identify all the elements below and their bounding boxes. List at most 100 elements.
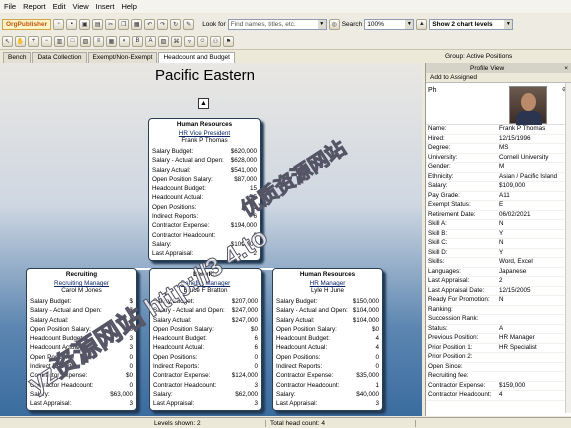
card-position[interactable]: HR Manager: [273, 280, 382, 287]
levels-select[interactable]: Show 2 chart levels ▼: [429, 18, 514, 30]
field-label: Contractor Expense:: [152, 222, 210, 230]
card-rows: Salary Budget: $ Salary - Actual and Open:…: [27, 297, 136, 409]
group-selector[interactable]: Group: Active Positions: [445, 53, 512, 60]
box-icon[interactable]: □: [67, 35, 78, 47]
field-value: $628,000: [230, 157, 257, 165]
field-label: Open Position Salary:: [152, 175, 213, 183]
profile-panel: Profile View × Add to Assigned Ph ⊘ Name…: [425, 63, 571, 416]
field-label: Open Since:: [428, 362, 463, 370]
profile-field-row: Status: A: [426, 325, 571, 334]
zoom-select[interactable]: 100% ▼: [364, 18, 415, 30]
menu-file[interactable]: File: [4, 2, 16, 11]
undo-icon[interactable]: ↶: [144, 18, 156, 30]
cut-icon[interactable]: ✂: [105, 18, 117, 30]
field-value: MS: [499, 144, 509, 151]
card-data-row: Headcount Budget: 3: [27, 334, 136, 343]
field-value: HR Manager: [499, 334, 535, 341]
field-value: 3: [129, 335, 133, 343]
search-input[interactable]: Find names, titles, etc. ▼: [227, 18, 327, 30]
tab-bench[interactable]: Bench: [3, 52, 32, 63]
menu-insert[interactable]: Insert: [96, 2, 115, 11]
redo-icon[interactable]: ↷: [157, 18, 169, 30]
search-label[interactable]: Search: [342, 21, 363, 28]
org-card-benefits[interactable]: Benefits Benefits Manager Bruce F Bratto…: [149, 268, 262, 411]
save-icon[interactable]: ▣: [79, 18, 91, 30]
field-value: 0: [129, 363, 133, 371]
menu-edit[interactable]: Edit: [53, 2, 66, 11]
panel-scrollbar[interactable]: [565, 83, 571, 413]
card-position[interactable]: Recruiting Manager: [27, 280, 136, 287]
field-value: $35,000: [356, 372, 379, 380]
field-label: Salary:: [276, 390, 296, 398]
group-icon[interactable]: ⚇: [210, 35, 221, 47]
card-rows: Salary Budget: $620,000 Salary - Actual an…: [149, 147, 260, 259]
tab-headcount-and-budget[interactable]: Headcount and Budget: [158, 52, 235, 63]
tab-exempt-non-exempt[interactable]: Exempt/Non-Exempt: [87, 52, 158, 63]
add-to-assigned-link[interactable]: Add to Assigned: [430, 74, 477, 81]
org-chart-canvas[interactable]: Pacific Eastern ▲ Human Resources HR Vic…: [0, 63, 422, 416]
image-icon[interactable]: ▨: [158, 35, 169, 47]
select-icon[interactable]: ↖: [2, 35, 13, 47]
tab-data-collection[interactable]: Data Collection: [32, 52, 87, 63]
up-level-icon[interactable]: ▲: [198, 98, 209, 109]
field-value: $104,000: [352, 316, 379, 324]
profile-field-row: Ethnicity: Asian / Pacific Island: [426, 173, 571, 182]
menu-help[interactable]: Help: [121, 2, 136, 11]
new-icon[interactable]: ▫: [53, 18, 65, 30]
zoom-in-icon[interactable]: +: [28, 35, 39, 47]
filter-icon[interactable]: ▿: [184, 35, 195, 47]
user-icon[interactable]: ☺: [197, 35, 208, 47]
open-icon[interactable]: ▪: [66, 18, 78, 30]
field-label: Salary:: [152, 240, 172, 248]
field-value: $541,000: [230, 166, 257, 174]
org-card-hr-manager[interactable]: Human Resources HR Manager Lyle H June S…: [272, 268, 383, 411]
align-icon[interactable]: ≡: [93, 35, 104, 47]
card-position[interactable]: HR Vice President: [149, 130, 260, 137]
format-icon[interactable]: A: [145, 35, 156, 47]
levels-icon[interactable]: ▲: [416, 18, 428, 30]
card-name: Bruce F Bratton: [183, 287, 228, 294]
field-label: Succession Rank:: [428, 315, 479, 322]
chevron-down-icon[interactable]: ▼: [405, 19, 414, 29]
field-label: Prior Position 1:: [428, 343, 473, 351]
copy-icon[interactable]: ❐: [118, 18, 130, 30]
field-label: Salary Budget:: [153, 298, 195, 305]
field-label: Hired:: [428, 134, 445, 142]
binoculars-icon[interactable]: ◎: [328, 18, 340, 30]
panel-subheader[interactable]: Add to Assigned: [426, 73, 571, 83]
tools-icon[interactable]: ✎: [183, 18, 195, 30]
print-icon[interactable]: ▤: [92, 18, 104, 30]
bold-icon[interactable]: B: [132, 35, 143, 47]
profile-field-row: Salary: $109,000: [426, 182, 571, 192]
chevron-down-icon[interactable]: ▼: [317, 19, 326, 29]
layout-icon[interactable]: ▧: [80, 35, 91, 47]
close-icon[interactable]: ×: [564, 65, 568, 72]
pan-icon[interactable]: ✋: [15, 35, 26, 47]
field-label: Salary:: [30, 390, 50, 398]
org-card-top[interactable]: Human Resources HR Vice President Frank …: [148, 118, 261, 261]
zoom-out-icon[interactable]: −: [41, 35, 52, 47]
org-card-recruiting[interactable]: Recruiting Recruiting Manager Carol M Jo…: [26, 268, 137, 411]
field-label: Headcount Actual:: [153, 344, 205, 352]
card-data-row: Salary: $63,000: [27, 390, 136, 399]
field-label: Prior Position 2:: [428, 353, 473, 360]
refresh-icon[interactable]: ↻: [170, 18, 182, 30]
paste-icon[interactable]: ▦: [131, 18, 143, 30]
flag-icon[interactable]: ⚑: [223, 35, 234, 47]
field-label: Salary Budget:: [152, 148, 194, 155]
grid-icon[interactable]: ▦: [106, 35, 117, 47]
chart-icon[interactable]: ▥: [54, 35, 65, 47]
card-position[interactable]: Benefits Manager: [150, 280, 261, 287]
link-icon[interactable]: ⌘: [171, 35, 182, 47]
menu-report[interactable]: Report: [23, 2, 46, 11]
field-value: 3: [129, 344, 133, 352]
field-value: 3: [375, 400, 379, 408]
card-data-row: Salary Actual: $: [27, 316, 136, 325]
levels-value: Show 2 chart levels: [432, 20, 493, 28]
menu-view[interactable]: View: [73, 2, 89, 11]
chevron-down-icon[interactable]: ▼: [504, 19, 513, 29]
color-icon[interactable]: ◐: [119, 35, 130, 47]
field-value: 6: [254, 335, 258, 343]
card-title: Human Resources: [299, 271, 356, 278]
card-data-row: Headcount Actual: 4: [273, 343, 382, 352]
